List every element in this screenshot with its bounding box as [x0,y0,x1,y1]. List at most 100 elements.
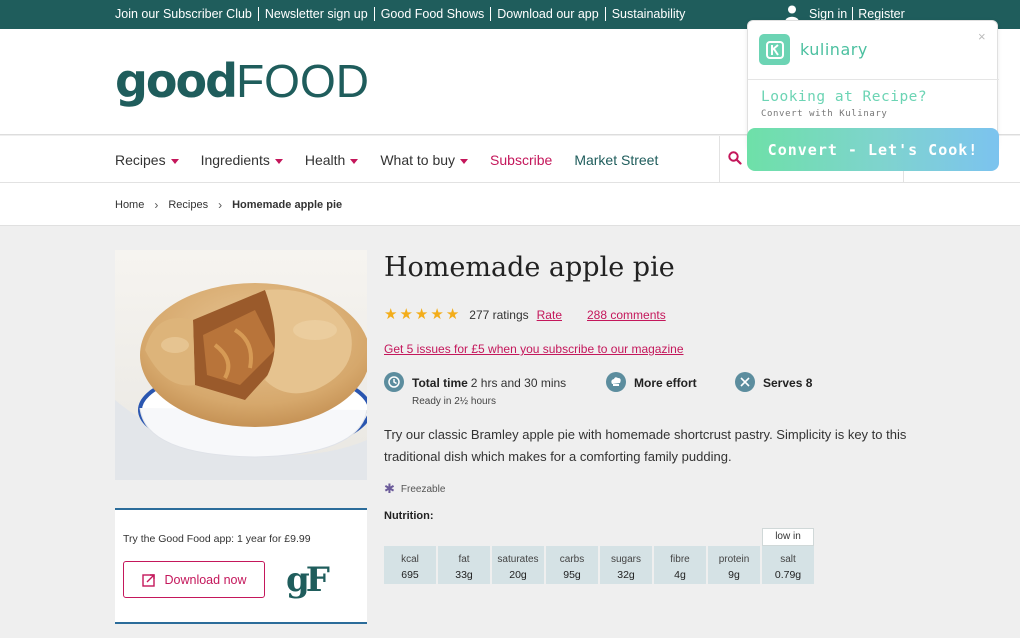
star-rating[interactable]: ★ ★ ★ ★ ★ [384,307,461,322]
nav-item-what-to-buy[interactable]: What to buy [380,152,469,168]
nutrition-value: 95g [563,569,581,581]
chevron-right-icon: › [154,198,159,212]
divider [490,7,492,21]
nutrition-value: 32g [617,569,635,581]
recipe-title: Homemade apple pie [384,252,675,283]
freezable-badge: ✱ Freezable [384,481,445,497]
caret-down-icon [274,158,283,164]
nutrition-value: 4g [674,569,686,581]
site-logo[interactable]: goodFOOD [115,51,369,111]
nutrition-item: carbs 95g [546,546,598,584]
cutlery-icon [735,372,755,392]
snowflake-icon: ✱ [384,481,395,496]
kulinary-subheading: Convert with Kulinary [761,109,888,119]
nutrition-value: 695 [401,569,419,581]
search-icon[interactable] [728,151,742,165]
nav-item-ingredients[interactable]: Ingredients [201,152,283,168]
caret-down-icon [460,158,469,164]
effort: More effort [606,372,697,392]
serves: Serves 8 [735,372,812,392]
nutrition-label: fat [458,554,470,565]
clock-icon [384,372,404,392]
newsletter-link[interactable]: Newsletter sign up [265,7,368,21]
nav-items: Recipes Ingredients Health What to buy S… [115,152,680,168]
logo-good: good [115,54,238,108]
rate-link[interactable]: Rate [537,308,562,322]
nutrition-value: 0.79g [774,569,802,581]
nav-item-label: Health [304,152,346,168]
breadcrumb: Home › Recipes › Homemade apple pie [115,198,342,212]
breadcrumb-home[interactable]: Home [115,199,144,211]
nav-item-subscribe[interactable]: Subscribe [490,152,552,168]
chevron-right-icon: › [218,198,223,212]
nutrition-value: 20g [509,569,527,581]
nutrition-label: carbs [559,554,585,565]
recipe-description: Try our classic Bramley apple pie with h… [384,427,907,464]
nutrition-value: 33g [455,569,473,581]
subscribe-promo-link[interactable]: Get 5 issues for £5 when you subscribe t… [384,342,684,356]
convert-button[interactable]: Convert - Let's Cook! [747,128,999,171]
good-food-app-logo: gF [286,560,330,600]
star-icon: ★ [384,306,398,323]
app-promo-card: Try the Good Food app: 1 year for £9.99 … [115,508,367,624]
caret-down-icon [170,158,179,164]
rating-row: ★ ★ ★ ★ ★ 277 ratings Rate 288 comments [384,307,666,322]
divider [257,7,259,21]
nutrition-item: kcal 695 [384,546,436,584]
sustainability-link[interactable]: Sustainability [612,7,686,21]
nutrition-label: sugars [610,554,641,565]
nav-item-health[interactable]: Health [304,152,359,168]
caret-down-icon [350,158,359,164]
nav-item-label: What to buy [380,152,456,168]
nutrition-item: fibre 4g [654,546,706,584]
nutrition-item: sugars 32g [600,546,652,584]
kulinary-logo-icon [759,34,790,65]
close-icon[interactable]: × [978,29,986,44]
register-link[interactable]: Register [858,7,905,21]
total-time-label: Total time 2 hrs and 30 mins [412,376,566,390]
star-icon: ★ [399,306,413,323]
effort-label: More effort [634,376,697,390]
subscriber-club-link[interactable]: Join our Subscriber Club [115,7,252,21]
nutrition-title: Nutrition: [384,510,434,522]
download-app-link[interactable]: Download our app [497,7,598,21]
kulinary-logo: kulinary [759,34,868,65]
kulinary-popup: kulinary × Looking at Recipe? Convert wi… [747,20,999,172]
divider [604,7,606,21]
comments-link[interactable]: 288 comments [587,308,666,322]
breadcrumb-recipes[interactable]: Recipes [168,199,208,211]
nav-item-recipes[interactable]: Recipes [115,152,179,168]
shows-link[interactable]: Good Food Shows [381,7,485,21]
freezable-label: Freezable [400,483,446,495]
download-now-label: Download now [164,572,247,587]
nutrition-item: fat 33g [438,546,490,584]
nutrition-table: kcal 695 fat 33g saturates 20g carbs 95g sug… [384,528,816,584]
nav-item-market-street[interactable]: Market Street [574,152,658,168]
nutrition-item: protein 9g [708,546,760,584]
nav-item-label: Ingredients [200,152,270,168]
app-promo-text: Try the Good Food app: 1 year for £9.99 [123,533,311,545]
divider [373,7,375,21]
nutrition-value: 9g [728,569,740,581]
star-icon: ★ [430,306,444,323]
serves-label: Serves 8 [763,376,813,390]
nutrition-label: fibre [670,554,690,565]
divider [748,79,999,80]
star-icon: ★ [445,306,460,323]
logo-food: FOOD [236,55,369,107]
download-now-button[interactable]: Download now [123,561,265,598]
nutrition-item-salt: low in salt 0.79g [762,528,814,584]
kulinary-heading: Looking at Recipe? [761,89,928,105]
breadcrumb-bar: Home › Recipes › Homemade apple pie [0,183,1020,226]
total-time-value: 2 hrs and 30 mins [470,376,567,390]
nutrition-label: saturates [497,554,539,565]
nav-item-label: Recipes [115,152,166,168]
nutrition-label: kcal [401,554,419,565]
nutrition-label: salt [780,554,796,565]
total-time: Total time 2 hrs and 30 mins Ready in 2½ … [384,372,566,407]
total-time-title: Total time [412,376,468,390]
sign-in-link[interactable]: Sign in [809,7,847,21]
chef-hat-icon [606,372,626,392]
recipe-image [115,250,367,480]
nav-item-label: Subscribe [490,152,553,168]
